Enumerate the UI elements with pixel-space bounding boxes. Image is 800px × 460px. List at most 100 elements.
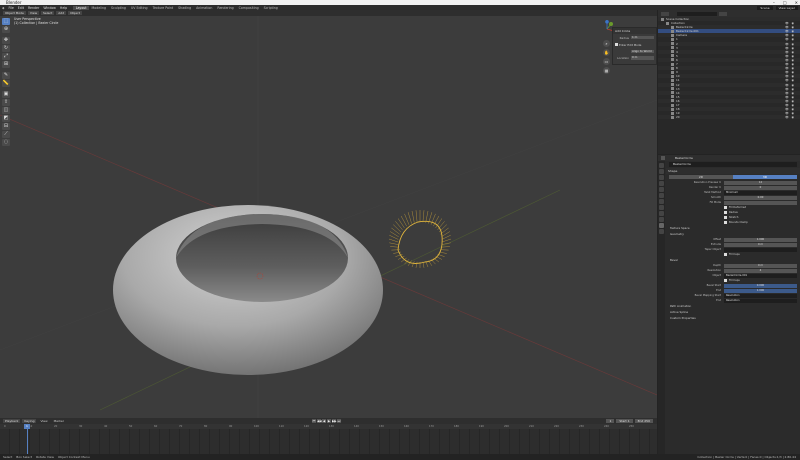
viewport-scene[interactable]: [0, 10, 657, 418]
workspace-tab-shading[interactable]: Shading: [176, 6, 194, 10]
jump-keyframe-back-button[interactable]: ◀◀: [317, 419, 322, 423]
workspace-tab-scripting[interactable]: Scripting: [261, 6, 280, 10]
radius-checkbox[interactable]: [724, 211, 727, 214]
editor-type-icon[interactable]: [661, 156, 665, 160]
playback-menu[interactable]: Playback: [3, 419, 21, 423]
bevel-start-field[interactable]: 0.000: [724, 283, 797, 288]
measure-icon[interactable]: 📏: [2, 80, 10, 87]
dimension-2d-button[interactable]: 2D: [669, 175, 733, 179]
select-menu[interactable]: Select: [41, 11, 55, 15]
extrude-field[interactable]: 0 m: [724, 242, 797, 247]
menu-window[interactable]: Window: [41, 6, 58, 10]
bevel-object-field[interactable]: BezierCircle.001: [724, 273, 797, 278]
tool-tab-icon[interactable]: [659, 163, 664, 168]
workspace-tab-uv-editing[interactable]: UV Editing: [128, 6, 150, 10]
end-frame-field[interactable]: End 250: [634, 419, 653, 423]
scene-tab-icon[interactable]: [659, 187, 664, 192]
keying-menu[interactable]: Keying: [22, 419, 37, 423]
move-icon[interactable]: ✥: [2, 37, 10, 44]
bevel-end-field[interactable]: 1.000: [724, 288, 797, 293]
play-button[interactable]: ▶: [327, 419, 331, 423]
render-tab-icon[interactable]: [659, 169, 664, 174]
rotate-icon[interactable]: ↻: [2, 45, 10, 52]
grid-icon[interactable]: ▦: [603, 67, 610, 74]
constraints-tab-icon[interactable]: [659, 217, 664, 222]
outliner-row[interactable]: 20 👁 ◉: [658, 115, 800, 120]
bounds-clamp-checkbox[interactable]: [724, 221, 727, 224]
scene-selector[interactable]: Scene: [757, 5, 773, 10]
jump-keyframe-forward-button[interactable]: ▶▶: [332, 419, 337, 423]
fill-mode-dropdown[interactable]: [724, 200, 797, 205]
twist-method-dropdown[interactable]: Minimum: [724, 190, 797, 195]
workspace-tab-rendering[interactable]: Rendering: [215, 6, 236, 10]
extrude-icon[interactable]: ⇧: [2, 99, 10, 106]
modifier-tab-icon[interactable]: [659, 205, 664, 210]
workspace-tab-layout[interactable]: Layout: [73, 5, 90, 10]
curve-data-tab-icon[interactable]: [659, 223, 664, 228]
render-u-field[interactable]: 0: [724, 185, 797, 190]
menu-render[interactable]: Render: [26, 6, 41, 10]
output-tab-icon[interactable]: [659, 175, 664, 180]
menu-edit[interactable]: Edit: [16, 6, 26, 10]
inset-icon[interactable]: ◫: [2, 107, 10, 114]
workspace-tab-animation[interactable]: Animation: [194, 6, 215, 10]
object-menu[interactable]: Object: [68, 11, 82, 15]
location-field[interactable]: 0 m: [631, 56, 654, 60]
display-mode-button[interactable]: [661, 11, 669, 16]
add-menu[interactable]: Add: [56, 11, 67, 15]
align-dropdown[interactable]: Align to World: [631, 49, 654, 53]
view-menu[interactable]: View: [27, 11, 40, 15]
cursor-icon[interactable]: ⊕: [2, 26, 10, 33]
world-tab-icon[interactable]: [659, 193, 664, 198]
start-frame-field[interactable]: Start 1: [616, 419, 633, 423]
enter-edit-mode-checkbox[interactable]: [615, 43, 618, 46]
bevel-fill-caps-checkbox[interactable]: [724, 279, 727, 282]
bevel-depth-field[interactable]: 0 m: [724, 263, 797, 268]
workspace-tab-texture-paint[interactable]: Texture Paint: [150, 6, 176, 10]
zoom-icon[interactable]: ⌕: [603, 40, 610, 47]
resolution-preview-field[interactable]: 12: [724, 180, 797, 185]
workspace-tab-modeling[interactable]: Modeling: [89, 6, 109, 10]
current-frame-field[interactable]: 1: [606, 419, 615, 423]
fill-deformed-checkbox[interactable]: [724, 206, 727, 209]
object-tab-icon[interactable]: [659, 199, 664, 204]
stretch-checkbox[interactable]: [724, 216, 727, 219]
custom-properties-section[interactable]: Custom Properties: [666, 315, 800, 321]
visibility-toggle-icon[interactable]: 👁 ◉: [785, 115, 795, 119]
bevel-icon[interactable]: ◩: [2, 115, 10, 122]
camera-icon[interactable]: ▭: [603, 58, 610, 65]
smooth-field[interactable]: 0.00: [724, 195, 797, 200]
dimension-3d-button[interactable]: 3D: [733, 175, 797, 179]
material-tab-icon[interactable]: [659, 229, 664, 234]
view-layer-tab-icon[interactable]: [659, 181, 664, 186]
workspace-tab-compositing[interactable]: Compositing: [236, 6, 261, 10]
offset-field[interactable]: 1.000: [724, 237, 797, 242]
play-reverse-button[interactable]: ◀: [322, 419, 326, 423]
view-layer-selector[interactable]: View Layer: [775, 5, 798, 10]
select-box-icon[interactable]: ⬚: [2, 18, 10, 25]
annotate-icon[interactable]: ✎: [2, 72, 10, 79]
mode-selector[interactable]: Object Mode: [3, 11, 26, 15]
fill-caps-checkbox[interactable]: [724, 253, 727, 256]
filter-icon[interactable]: [719, 11, 727, 16]
smooth-icon[interactable]: ◌: [2, 139, 10, 146]
menu-help[interactable]: Help: [58, 6, 69, 10]
bevel-mapping-start-dropdown[interactable]: Resolution: [724, 293, 797, 298]
workspace-tab-sculpting[interactable]: Sculpting: [109, 6, 129, 10]
bevel-mapping-end-dropdown[interactable]: Resolution: [724, 298, 797, 303]
taper-object-field[interactable]: [724, 247, 797, 252]
redo-row-field[interactable]: 1 m: [631, 35, 654, 40]
menu-file[interactable]: File: [6, 6, 15, 10]
knife-icon[interactable]: ⟋: [2, 131, 10, 138]
datablock-name-field[interactable]: BezierCircle: [669, 162, 797, 167]
timeline-marker-menu[interactable]: Marker: [52, 419, 66, 423]
timeline-view-menu[interactable]: View: [38, 419, 49, 423]
add-cube-icon[interactable]: ▣: [2, 91, 10, 98]
shape-panel-title[interactable]: Shape: [666, 168, 800, 174]
scale-icon[interactable]: ⤢: [2, 53, 10, 60]
pan-icon[interactable]: ✋: [603, 49, 610, 56]
jump-end-button[interactable]: ⏭: [337, 419, 341, 423]
3d-viewport[interactable]: Object Mode View Select Add Object User …: [0, 10, 657, 418]
timeline-track-area[interactable]: [0, 429, 657, 454]
transform-icon[interactable]: ⊞: [2, 61, 10, 68]
